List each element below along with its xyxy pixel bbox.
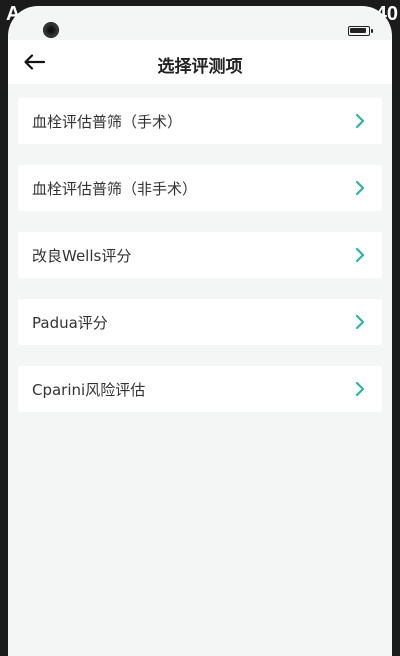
app-header: 选择评测项: [8, 40, 392, 84]
battery-icon: [348, 26, 373, 36]
list-item-wells-score[interactable]: 改良Wells评分: [18, 232, 382, 278]
chevron-right-icon: [355, 314, 365, 330]
list-item-label: 血栓评估普筛（非手术）: [32, 179, 198, 198]
list-item-label: 改良Wells评分: [32, 246, 132, 265]
chevron-right-icon: [355, 113, 365, 129]
list-item-label: 血栓评估普筛（手术）: [32, 112, 183, 131]
app-screen: 选择评测项 血栓评估普筛（手术） 血栓评估普筛（非手术） 改良Wells评分 P…: [8, 6, 392, 656]
assessment-list: 血栓评估普筛（手术） 血栓评估普筛（非手术） 改良Wells评分 Padua评分…: [18, 98, 382, 433]
chevron-right-icon: [355, 381, 365, 397]
list-item-padua-score[interactable]: Padua评分: [18, 299, 382, 345]
chevron-right-icon: [355, 247, 365, 263]
list-item-thrombus-surgical[interactable]: 血栓评估普筛（手术）: [18, 98, 382, 144]
camera-icon: [43, 22, 59, 38]
status-bar: [8, 6, 392, 40]
list-item-thrombus-nonsurgical[interactable]: 血栓评估普筛（非手术）: [18, 165, 382, 211]
list-item-caprini-risk[interactable]: Cparini风险评估: [18, 366, 382, 412]
device-frame: A 40 选择评测项 血栓评估普筛（手术） 血栓评估普筛（非手术） 改良Well…: [0, 0, 400, 656]
list-item-label: Padua评分: [32, 313, 108, 332]
page-title: 选择评测项: [157, 57, 243, 77]
chevron-right-icon: [355, 180, 365, 196]
list-item-label: Cparini风险评估: [32, 380, 146, 399]
